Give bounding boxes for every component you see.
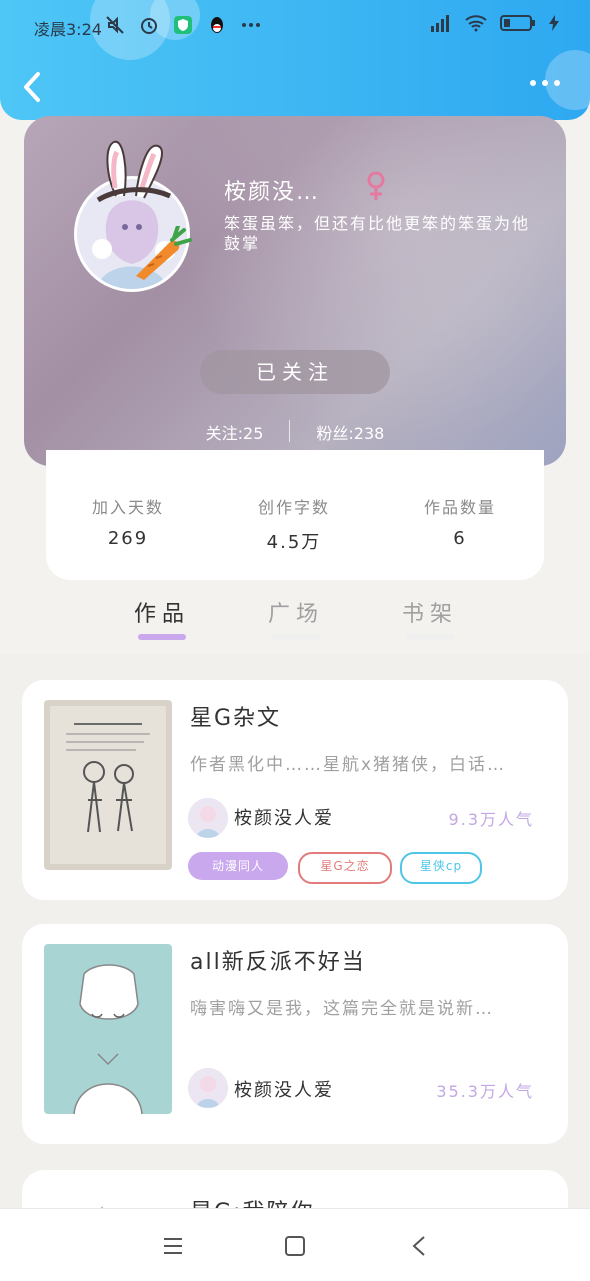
home-square-icon[interactable] — [280, 1231, 310, 1261]
tag-star-love[interactable]: 星G之恋 — [298, 852, 392, 884]
work-description: 嗨害嗨又是我，这篇完全就是说新… — [190, 999, 494, 1019]
stat-value: 6 — [453, 528, 467, 549]
stat-value: 269 — [107, 528, 149, 549]
profile-bio: 笨蛋虽笨，但还有比他更笨的笨蛋为他鼓掌 — [224, 214, 531, 253]
author-name: 桉颜没人爱 — [234, 808, 334, 829]
back-triangle-icon[interactable] — [404, 1231, 434, 1261]
stat-word-count: 创作字数 4.5万 — [214, 494, 374, 554]
author-avatar — [188, 1068, 228, 1108]
work-title: 星G杂文 — [190, 706, 282, 731]
stat-label: 加入天数 — [91, 498, 164, 517]
tab-works[interactable]: 作品 — [112, 596, 212, 628]
bunny-ears-decoration — [96, 140, 172, 203]
chevron-left-icon — [24, 72, 40, 102]
stat-label: 创作字数 — [257, 498, 330, 517]
profile-username: 桉颜没… — [224, 180, 321, 205]
followers-count[interactable]: 粉丝:238 — [316, 420, 384, 444]
stat-value: 4.5万 — [266, 532, 322, 553]
tag-anime-fanfic[interactable]: 动漫同人 — [188, 852, 288, 880]
alarm-icon — [138, 14, 160, 36]
work-title: all新反派不好当 — [190, 950, 366, 975]
tab-indicator — [272, 634, 320, 640]
female-icon — [367, 171, 385, 200]
tab-square[interactable]: 广场 — [246, 596, 346, 628]
tab-bookshelf[interactable]: 书架 — [380, 596, 480, 628]
battery-icon — [500, 14, 536, 36]
stat-works-count: 作品数量 6 — [380, 494, 540, 549]
tag-star-hero-cp[interactable]: 星侠cp — [400, 852, 482, 884]
popularity-count: 35.3万人气 — [436, 1082, 534, 1101]
signal-icon — [430, 14, 452, 36]
follow-stats: 关注:25 粉丝:238 — [24, 420, 566, 444]
tab-indicator — [406, 634, 454, 640]
menu-icon[interactable] — [158, 1231, 188, 1261]
author-name: 桉颜没人爱 — [234, 1080, 334, 1101]
status-icons-right — [430, 14, 560, 36]
more-horizontal-icon — [530, 80, 536, 86]
mute-icon — [104, 14, 126, 36]
work-card[interactable]: all新反派不好当 嗨害嗨又是我，这篇完全就是说新… 桉颜没人爱 35.3万人气 — [22, 924, 568, 1144]
charging-icon — [548, 14, 560, 36]
wifi-icon — [464, 14, 488, 36]
author-avatar — [188, 798, 228, 838]
more-options-button[interactable] — [530, 80, 560, 92]
work-cover — [44, 700, 172, 870]
status-icons-left — [104, 14, 262, 36]
work-cover — [44, 944, 172, 1114]
security-app-icon — [172, 14, 194, 36]
carrot-decoration — [136, 226, 192, 280]
following-count[interactable]: 关注:25 — [206, 420, 264, 444]
work-description: 作者黑化中……星航x猪猪侠，白话… — [190, 755, 507, 775]
stat-label: 作品数量 — [423, 498, 496, 517]
followed-button[interactable]: 已关注 — [200, 350, 390, 394]
profile-card: 桉颜没… 笨蛋虽笨，但还有比他更笨的笨蛋为他鼓掌 已关注 关注:25 粉丝:23… — [24, 116, 566, 466]
top-bar: 凌晨3:24 — [0, 0, 590, 120]
divider — [289, 420, 291, 442]
more-dots-icon — [240, 14, 262, 36]
creator-stats-panel: 加入天数 269 创作字数 4.5万 作品数量 6 — [46, 450, 544, 580]
work-card[interactable]: 星G杂文 作者黑化中……星航x猪猪侠，白话… 桉颜没人爱 9.3万人气 动漫同人… — [22, 680, 568, 900]
stat-join-days: 加入天数 269 — [48, 494, 208, 549]
active-tab-indicator — [138, 634, 186, 640]
back-button[interactable] — [20, 70, 50, 104]
popularity-count: 9.3万人气 — [448, 810, 534, 829]
qq-icon — [206, 14, 228, 36]
system-navigation-bar — [0, 1208, 590, 1281]
profile-tabs: 作品 广场 书架 — [0, 590, 590, 654]
status-time: 凌晨3:24 — [34, 20, 102, 39]
